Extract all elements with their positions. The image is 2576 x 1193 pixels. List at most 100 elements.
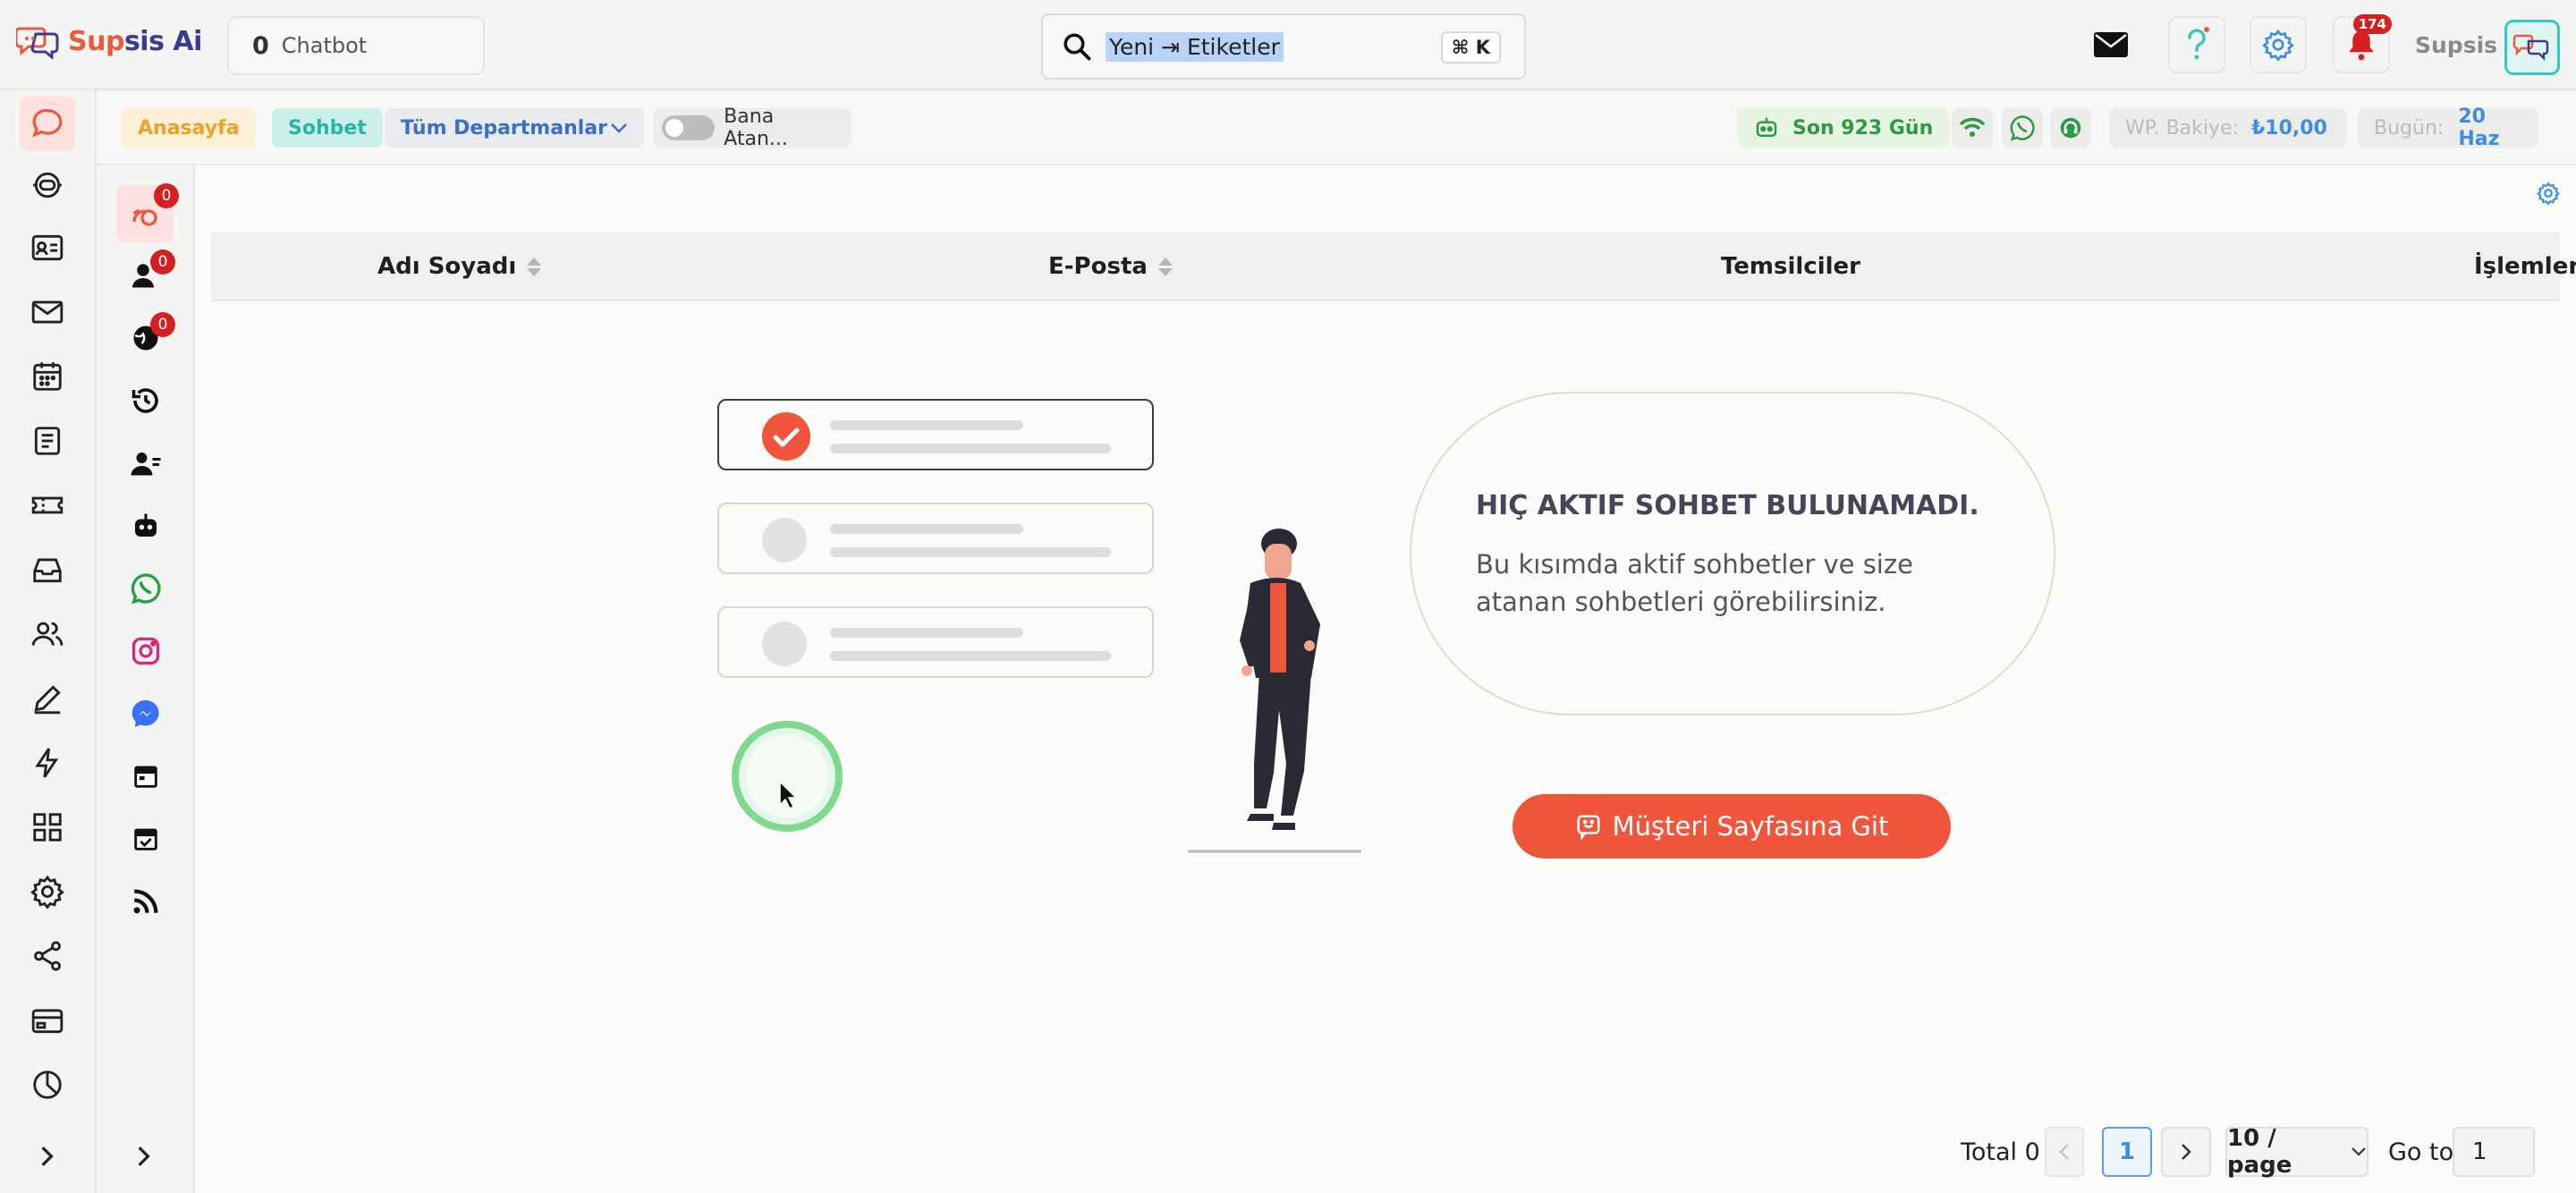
sidebar-item-chatbot[interactable] xyxy=(24,162,71,208)
channel-sidebar: 0 0 0 xyxy=(97,165,195,1193)
next-page-button[interactable] xyxy=(2161,1127,2211,1177)
sidebar-item-calendar[interactable] xyxy=(24,353,71,400)
robot-face-icon xyxy=(30,168,64,202)
sort-icon[interactable] xyxy=(1157,257,1173,276)
page-1-button[interactable]: 1 xyxy=(2102,1127,2152,1177)
channel-web[interactable]: 0 xyxy=(122,312,175,362)
credit-card-icon xyxy=(30,1003,64,1037)
sidebar-item-list[interactable] xyxy=(24,418,71,464)
sidebar-item-reports[interactable] xyxy=(24,1062,71,1108)
badge-web: 0 xyxy=(150,312,175,337)
chevron-right-icon xyxy=(131,1145,155,1168)
go-to-customer-page-label: Müşteri Sayfasına Git xyxy=(1612,811,1889,842)
connection-status-button[interactable] xyxy=(1952,108,1993,148)
chat-chip[interactable]: Sohbet xyxy=(272,108,383,148)
agent-status-button[interactable] xyxy=(2050,108,2091,148)
table-settings-icon[interactable] xyxy=(2537,182,2560,205)
column-name[interactable]: Adı Soyadı xyxy=(377,232,542,301)
question-icon xyxy=(2183,27,2210,63)
sidebar-item-billing[interactable] xyxy=(24,997,71,1044)
department-select[interactable]: Tüm Departmanlar xyxy=(385,108,644,148)
page-size-value: 10 / page xyxy=(2227,1125,2292,1179)
robot-icon xyxy=(1753,114,1780,141)
channel-whatsapp[interactable] xyxy=(122,564,170,613)
search-icon xyxy=(1061,30,1093,63)
illustration-card xyxy=(717,606,1154,678)
list-document-icon xyxy=(30,424,64,458)
home-chip[interactable]: Anasayfa xyxy=(122,108,256,148)
mail-button[interactable] xyxy=(2082,16,2140,73)
pagination-total: Total 0 xyxy=(1961,1138,2040,1166)
wp-balance: WP. Bakiye: ₺10,00 xyxy=(2109,108,2347,148)
ticket-icon xyxy=(30,488,64,522)
channel-messenger[interactable] xyxy=(122,690,170,738)
channel-tasks[interactable] xyxy=(122,815,170,863)
expand-channel-sidebar-button[interactable] xyxy=(123,1137,163,1176)
chevron-right-icon xyxy=(35,1145,58,1168)
days-chip[interactable]: Son 923 Gün xyxy=(1737,108,1950,148)
logo[interactable]: Supsis Ai xyxy=(16,23,202,59)
table-header: Adı Soyadı E-Posta Temsilciler İşlemler xyxy=(211,232,2576,301)
column-actions-label: İşlemler xyxy=(2474,253,2576,280)
instagram-icon xyxy=(130,635,162,667)
channel-calendar[interactable] xyxy=(122,752,170,800)
assigned-to-me-filter[interactable]: Bana Atan... xyxy=(653,106,852,150)
channel-history[interactable] xyxy=(122,377,170,425)
search-shortcut: ⌘ K xyxy=(1440,31,1501,63)
check-circle-icon xyxy=(762,412,810,461)
balance-label: WP. Bakiye: xyxy=(2125,116,2239,140)
go-to-customer-page-button[interactable]: Müşteri Sayfasına Git xyxy=(1513,794,1951,859)
column-email-label: E-Posta xyxy=(1048,253,1148,280)
channel-rss[interactable] xyxy=(122,877,170,926)
grid-icon xyxy=(30,810,64,844)
headset-icon xyxy=(2057,114,2084,141)
notifications-button[interactable]: 174 xyxy=(2333,14,2392,73)
user-name[interactable]: Supsis xyxy=(2415,32,2497,58)
main-content: Adı Soyadı E-Posta Temsilciler İşlemler xyxy=(195,165,2576,1193)
sidebar-item-share[interactable] xyxy=(24,933,71,979)
mail-icon xyxy=(2093,31,2129,58)
column-email[interactable]: E-Posta xyxy=(1048,232,1173,301)
assigned-toggle-label: Bana Atan... xyxy=(724,106,788,150)
sidebar-item-tickets[interactable] xyxy=(24,482,71,529)
whatsapp-icon xyxy=(2009,114,2036,141)
search-input[interactable]: Yeni ⇥ Etiketler ⌘ K xyxy=(1041,13,1526,80)
column-agents: Temsilciler xyxy=(1721,232,1860,301)
sidebar-item-automation[interactable] xyxy=(24,740,71,786)
whatsapp-status-button[interactable] xyxy=(2002,108,2043,148)
page-size-select[interactable]: 10 / page xyxy=(2225,1125,2368,1179)
sidebar-item-users[interactable] xyxy=(24,611,71,657)
sidebar-item-mail[interactable] xyxy=(24,289,71,335)
sidebar-item-forms[interactable] xyxy=(24,675,71,722)
users-icon xyxy=(30,617,64,651)
chevron-down-icon xyxy=(2351,1146,2367,1157)
sort-icon[interactable] xyxy=(527,257,542,276)
sidebar-item-apps[interactable] xyxy=(24,804,71,850)
avatar[interactable] xyxy=(2504,20,2560,75)
assigned-toggle[interactable] xyxy=(662,115,716,140)
calendar-check-icon xyxy=(131,824,161,854)
sidebar-item-chats[interactable] xyxy=(20,96,75,151)
logo-icon xyxy=(16,23,61,59)
channel-assigned[interactable]: 0 xyxy=(122,250,175,300)
empty-state-title: HIÇ AKTIF SOHBET BULUNAMADI. xyxy=(1476,490,1979,521)
prev-page-button[interactable] xyxy=(2045,1127,2084,1177)
goto-page-input[interactable]: 1 xyxy=(2453,1127,2535,1177)
illustration-card xyxy=(717,503,1154,574)
channel-agents[interactable] xyxy=(122,439,170,487)
filter-bar: Anasayfa Sohbet Tüm Departmanlar Bana At… xyxy=(97,90,2576,165)
channel-bot[interactable] xyxy=(122,502,170,550)
gear-icon xyxy=(2262,29,2294,61)
chatbot-counter[interactable]: 0 Chatbot xyxy=(227,16,485,75)
sidebar-item-inbox[interactable] xyxy=(24,546,71,593)
sidebar-item-settings[interactable] xyxy=(24,868,71,915)
expand-sidebar-button[interactable] xyxy=(27,1137,66,1176)
channel-live-chat[interactable]: 0 xyxy=(116,183,179,242)
calendar-icon xyxy=(131,761,161,791)
help-button[interactable] xyxy=(2168,16,2225,73)
channel-instagram[interactable] xyxy=(122,627,170,675)
settings-button[interactable] xyxy=(2250,16,2307,73)
history-icon xyxy=(130,385,162,417)
sidebar-item-contacts[interactable] xyxy=(24,224,71,271)
chat-bubble-icon xyxy=(30,106,64,140)
